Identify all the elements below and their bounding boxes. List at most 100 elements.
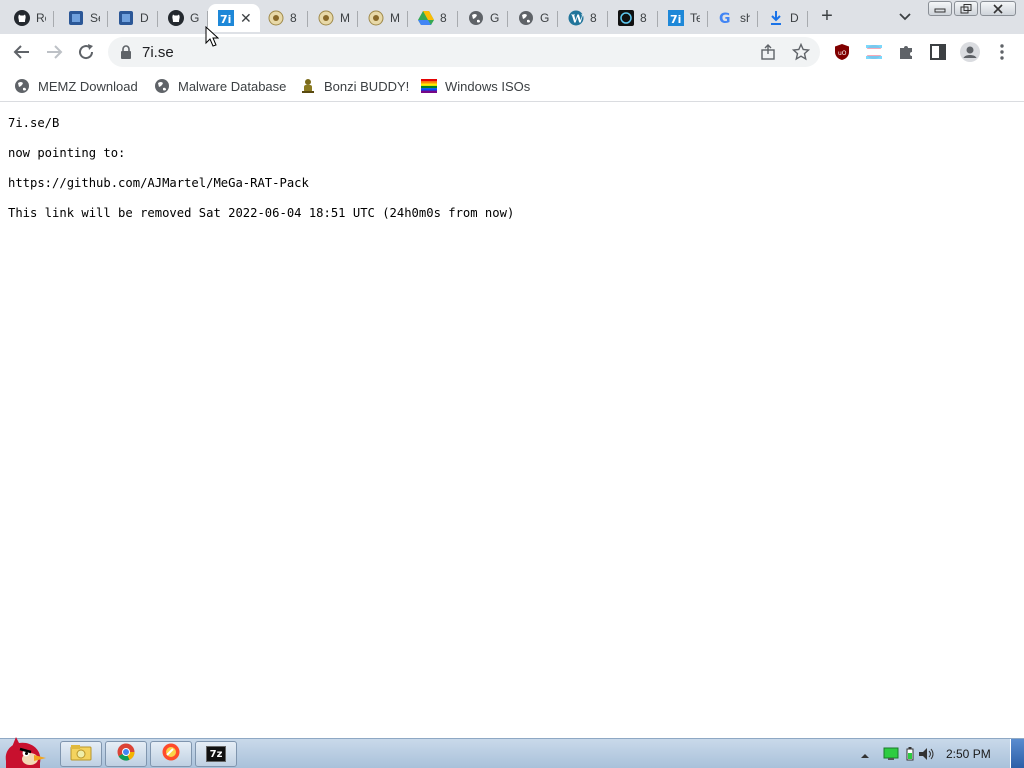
new-tab-button[interactable]: + <box>814 6 840 28</box>
chrome-button[interactable] <box>105 741 147 767</box>
globe-icon <box>518 10 534 26</box>
gold-badge-icon <box>368 10 384 26</box>
globe-icon <box>14 78 30 94</box>
bookmark-label: Windows ISOs <box>445 78 531 94</box>
browser-toolbar: 7i.se uO <box>0 34 1024 70</box>
opera-icon <box>162 743 180 766</box>
tab-14[interactable]: 7i Te <box>658 4 708 32</box>
chrome-icon <box>117 743 135 766</box>
share-icon[interactable] <box>760 44 776 65</box>
google-icon: G <box>718 10 734 26</box>
tab-2[interactable]: Se <box>58 4 108 32</box>
expiry-notice: This link will be removed Sat 2022-06-04… <box>8 206 515 220</box>
volume-icon[interactable] <box>918 747 936 766</box>
tab-title: Re <box>36 11 46 25</box>
svg-text:W: W <box>570 13 584 26</box>
tab-15[interactable]: G sh <box>708 4 758 32</box>
tab-search-chevron-icon[interactable] <box>896 8 914 26</box>
tab-title: Se <box>90 11 100 25</box>
7zip-button[interactable]: 7z <box>195 741 237 767</box>
tab-8[interactable]: M <box>358 4 408 32</box>
gold-badge-icon <box>268 10 284 26</box>
short-link-text: 7i.se/B <box>8 116 60 130</box>
battery-icon[interactable] <box>906 747 914 766</box>
tab-title: Te <box>690 11 700 25</box>
pride-extension-icon[interactable] <box>864 42 884 62</box>
tab-strip: Re Se D G 7i ✕ 8 M M 8 G G W 8 <box>0 0 1024 34</box>
windows-flag-icon <box>421 78 437 94</box>
tray-expand-icon[interactable] <box>860 748 870 766</box>
bookmark-bonzi-buddy[interactable]: Bonzi BUDDY! <box>300 76 409 96</box>
opera-button[interactable] <box>150 741 192 767</box>
tab-4[interactable]: G <box>158 4 208 32</box>
lock-icon[interactable] <box>120 45 132 64</box>
tab-title: M <box>390 11 400 25</box>
explorer-button[interactable] <box>60 741 102 767</box>
target-url-text: https://github.com/AJMartel/MeGa-RAT-Pac… <box>8 176 309 190</box>
back-icon[interactable] <box>12 42 32 62</box>
tab-10[interactable]: G <box>458 4 508 32</box>
profile-avatar-icon[interactable] <box>960 42 980 62</box>
download-icon <box>768 10 784 26</box>
tab-1[interactable]: Re <box>4 4 54 32</box>
svg-text:uO: uO <box>838 50 847 57</box>
pointing-label: now pointing to: <box>8 146 126 160</box>
gold-badge-icon <box>318 10 334 26</box>
tab-3[interactable]: D <box>108 4 158 32</box>
minimize-button[interactable] <box>928 1 952 16</box>
explorer-icon <box>70 743 92 766</box>
page-content: 7i.se/B now pointing to: https://github.… <box>8 116 514 236</box>
start-angry-bird-icon[interactable] <box>0 731 50 768</box>
extensions-puzzle-icon[interactable] <box>896 42 916 62</box>
ublock-icon[interactable]: uO <box>832 42 852 62</box>
tab-9[interactable]: 8 <box>408 4 458 32</box>
tab-title: M <box>340 11 350 25</box>
forward-icon[interactable] <box>44 42 64 62</box>
github-icon <box>14 10 30 26</box>
wordpress-icon: W <box>568 10 584 26</box>
tab-16[interactable]: D <box>758 4 808 32</box>
tab-title: 8 <box>440 11 447 25</box>
show-desktop-button[interactable] <box>1010 739 1024 768</box>
bookmark-windows-isos[interactable]: Windows ISOs <box>421 76 530 96</box>
mouse-cursor-icon <box>205 25 220 53</box>
close-window-button[interactable] <box>980 1 1016 16</box>
tab-title: G <box>190 11 200 25</box>
svg-text:7i: 7i <box>670 13 681 26</box>
tab-6[interactable]: 8 <box>258 4 308 32</box>
7zip-icon: 7z <box>206 746 226 762</box>
tab-11[interactable]: G <box>508 4 558 32</box>
bonzi-icon <box>300 78 316 94</box>
tab-title: G <box>540 11 550 25</box>
tab-title: 8 <box>290 11 297 25</box>
reload-icon[interactable] <box>76 42 96 62</box>
dark-app-icon <box>618 10 634 26</box>
blue-square-icon <box>118 10 134 26</box>
bookmark-label: Bonzi BUDDY! <box>324 78 410 94</box>
blue-square-icon <box>68 10 84 26</box>
menu-kebab-icon[interactable] <box>992 42 1012 62</box>
bookmark-malware-database[interactable]: Malware Database <box>154 76 286 96</box>
7i-icon: 7i <box>218 10 234 26</box>
url-text[interactable]: 7i.se <box>142 44 174 61</box>
svg-text:7i: 7i <box>220 13 231 26</box>
tab-title: 8 <box>640 11 647 25</box>
close-tab-icon[interactable]: ✕ <box>240 11 252 25</box>
bookmark-star-icon[interactable] <box>791 42 811 66</box>
side-panel-icon[interactable] <box>928 42 948 62</box>
svg-text:G: G <box>719 11 731 26</box>
tab-12[interactable]: W 8 <box>558 4 608 32</box>
network-icon[interactable] <box>882 747 900 766</box>
bookmarks-bar: MEMZ Download Malware Database Bonzi BUD… <box>0 70 1024 102</box>
7i-icon: 7i <box>668 10 684 26</box>
bookmark-label: MEMZ Download <box>38 78 138 94</box>
globe-icon <box>468 10 484 26</box>
tab-7[interactable]: M <box>308 4 358 32</box>
tab-13[interactable]: 8 <box>608 4 658 32</box>
taskbar: 7z 2:50 PM <box>0 737 1024 768</box>
tab-title: G <box>490 11 500 25</box>
clock-time[interactable]: 2:50 PM <box>946 747 991 761</box>
github-icon <box>168 10 184 26</box>
bookmark-memz[interactable]: MEMZ Download <box>14 76 138 96</box>
restore-button[interactable] <box>954 1 978 16</box>
